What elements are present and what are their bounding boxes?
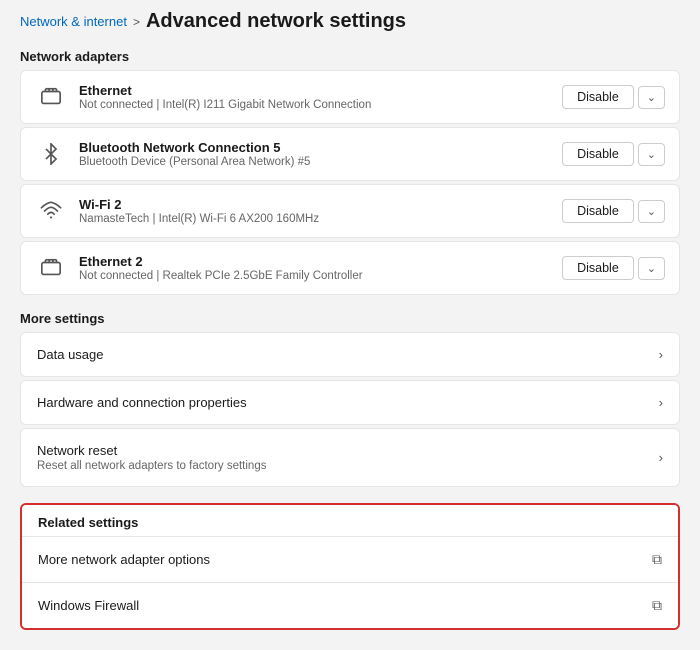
adapter-controls-ethernet2: Disable ⌄ [562, 256, 665, 280]
settings-item-data-usage[interactable]: Data usage › [20, 332, 680, 377]
related-item-more-network-adapter[interactable]: More network adapter options ⧉ [22, 537, 678, 583]
adapter-name-ethernet2: Ethernet 2 [79, 254, 562, 269]
related-item-windows-firewall[interactable]: Windows Firewall ⧉ [22, 583, 678, 628]
disable-button-ethernet[interactable]: Disable [562, 85, 634, 109]
adapter-desc-ethernet2: Not connected | Realtek PCIe 2.5GbE Fami… [79, 270, 562, 282]
adapter-info-ethernet: Ethernet Not connected | Intel(R) I211 G… [79, 83, 562, 111]
windows-firewall-external-icon: ⧉ [652, 597, 662, 614]
ethernet-icon [35, 81, 67, 113]
related-settings-header: Related settings [22, 505, 678, 537]
adapter-card-bluetooth: Bluetooth Network Connection 5 Bluetooth… [20, 127, 680, 181]
breadcrumb: Network & internet > Advanced network se… [20, 10, 680, 33]
settings-item-hardware-content: Hardware and connection properties [37, 395, 659, 410]
more-settings-section: More settings Data usage › Hardware and … [20, 311, 680, 487]
expand-button-ethernet[interactable]: ⌄ [638, 86, 665, 109]
wifi-icon [35, 195, 67, 227]
settings-item-network-reset[interactable]: Network reset Reset all network adapters… [20, 428, 680, 487]
hardware-chevron-icon: › [659, 395, 663, 410]
adapter-card-ethernet2: Ethernet 2 Not connected | Realtek PCIe … [20, 241, 680, 295]
adapter-controls-ethernet: Disable ⌄ [562, 85, 665, 109]
expand-button-bluetooth[interactable]: ⌄ [638, 143, 665, 166]
adapter-info-bluetooth: Bluetooth Network Connection 5 Bluetooth… [79, 140, 562, 168]
disable-button-bluetooth[interactable]: Disable [562, 142, 634, 166]
related-settings-section: Related settings More network adapter op… [20, 503, 680, 630]
windows-firewall-label: Windows Firewall [38, 598, 652, 613]
adapter-name-wifi2: Wi-Fi 2 [79, 197, 562, 212]
disable-button-wifi2[interactable]: Disable [562, 199, 634, 223]
settings-item-hardware-name: Hardware and connection properties [37, 395, 659, 410]
adapter-info-wifi2: Wi-Fi 2 NamasteTech | Intel(R) Wi-Fi 6 A… [79, 197, 562, 225]
adapter-desc-wifi2: NamasteTech | Intel(R) Wi-Fi 6 AX200 160… [79, 213, 562, 225]
adapter-controls-bluetooth: Disable ⌄ [562, 142, 665, 166]
expand-button-ethernet2[interactable]: ⌄ [638, 257, 665, 280]
settings-item-network-reset-content: Network reset Reset all network adapters… [37, 443, 659, 472]
data-usage-chevron-icon: › [659, 347, 663, 362]
settings-item-network-reset-desc: Reset all network adapters to factory se… [37, 460, 659, 472]
expand-button-wifi2[interactable]: ⌄ [638, 200, 665, 223]
disable-button-ethernet2[interactable]: Disable [562, 256, 634, 280]
more-network-adapter-label: More network adapter options [38, 552, 652, 567]
settings-item-data-usage-name: Data usage [37, 347, 659, 362]
ethernet2-icon [35, 252, 67, 284]
adapter-name-bluetooth: Bluetooth Network Connection 5 [79, 140, 562, 155]
network-reset-chevron-icon: › [659, 450, 663, 465]
settings-item-data-usage-content: Data usage [37, 347, 659, 362]
breadcrumb-separator: > [133, 15, 140, 29]
breadcrumb-parent[interactable]: Network & internet [20, 14, 127, 29]
adapter-card-wifi2: Wi-Fi 2 NamasteTech | Intel(R) Wi-Fi 6 A… [20, 184, 680, 238]
page-container: Network & internet > Advanced network se… [0, 0, 700, 650]
adapter-info-ethernet2: Ethernet 2 Not connected | Realtek PCIe … [79, 254, 562, 282]
more-settings-header: More settings [20, 311, 680, 326]
settings-item-network-reset-name: Network reset [37, 443, 659, 458]
adapter-desc-ethernet: Not connected | Intel(R) I211 Gigabit Ne… [79, 99, 562, 111]
adapter-desc-bluetooth: Bluetooth Device (Personal Area Network)… [79, 156, 562, 168]
more-network-adapter-external-icon: ⧉ [652, 551, 662, 568]
page-title: Advanced network settings [146, 10, 406, 33]
adapter-controls-wifi2: Disable ⌄ [562, 199, 665, 223]
adapter-card-ethernet: Ethernet Not connected | Intel(R) I211 G… [20, 70, 680, 124]
adapter-name-ethernet: Ethernet [79, 83, 562, 98]
network-adapters-section: Network adapters Ethernet Not connected … [20, 49, 680, 295]
bluetooth-icon [35, 138, 67, 170]
adapters-section-header: Network adapters [20, 49, 680, 64]
settings-item-hardware[interactable]: Hardware and connection properties › [20, 380, 680, 425]
